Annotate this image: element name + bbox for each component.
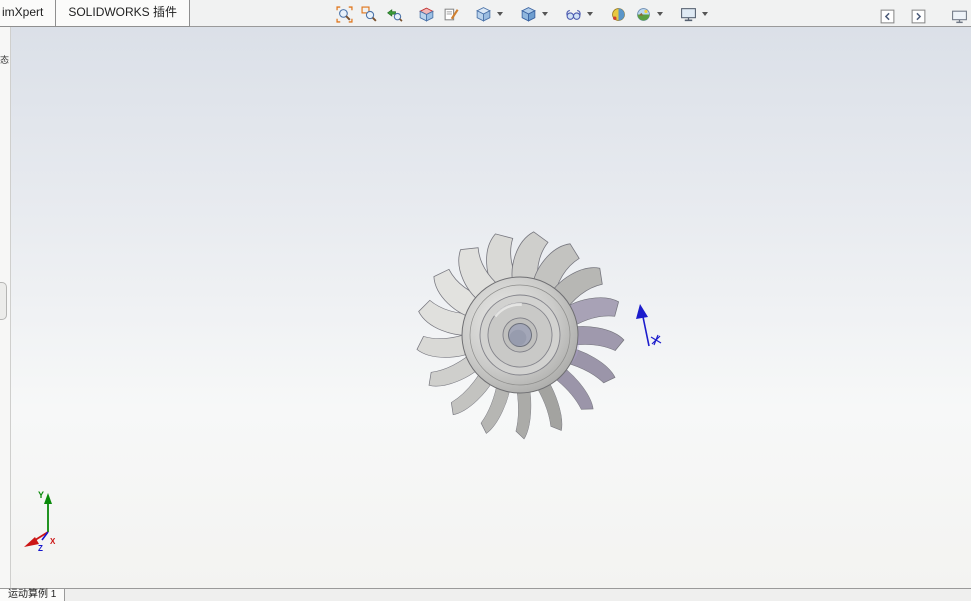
top-toolbar: imXpert SOLIDWORKS 插件: [0, 0, 971, 27]
view-settings-dropdown-icon[interactable]: [702, 12, 708, 16]
display-style-icon[interactable]: [517, 3, 539, 25]
zoom-to-fit-icon[interactable]: [333, 3, 355, 25]
triad-x-label: X: [50, 537, 56, 546]
view-settings-icon[interactable]: [677, 3, 699, 25]
left-panel-strip: 态: [0, 27, 11, 588]
panel-splitter-handle[interactable]: [0, 282, 7, 320]
left-panel-vertical-label: 态: [0, 55, 9, 64]
tab-solidworks-addins[interactable]: SOLIDWORKS 插件: [55, 0, 191, 27]
collapse-pane-left-icon[interactable]: [876, 5, 898, 27]
edit-appearance-icon[interactable]: [607, 3, 629, 25]
status-bar: 运动算例 1: [0, 588, 971, 601]
command-manager-tabs: imXpert SOLIDWORKS 插件: [0, 0, 191, 27]
zoom-to-area-icon[interactable]: [358, 3, 380, 25]
hide-show-items-icon[interactable]: [562, 3, 584, 25]
section-view-icon[interactable]: [415, 3, 437, 25]
reference-triad: Y X Z: [24, 490, 56, 552]
apply-scene-dropdown-icon[interactable]: [657, 12, 663, 16]
view-orientation-dropdown-icon[interactable]: [497, 12, 503, 16]
collapse-pane-right-icon[interactable]: [907, 5, 929, 27]
fullscreen-icon[interactable]: [948, 5, 970, 27]
triad-z-label: Z: [38, 544, 43, 552]
graphics-viewport[interactable]: Y X Z: [11, 27, 971, 588]
motion-study-tab[interactable]: 运动算例 1: [0, 589, 66, 601]
apply-scene-icon[interactable]: [632, 3, 654, 25]
display-style-dropdown-icon[interactable]: [542, 12, 548, 16]
annotation-views-icon[interactable]: [440, 3, 462, 25]
hide-show-items-dropdown-icon[interactable]: [587, 12, 593, 16]
triad-y-label: Y: [38, 490, 44, 500]
solidworks-window: imXpert SOLIDWORKS 插件 态 Y X Z 运动算例 1: [0, 0, 971, 601]
annotation-arrow: [636, 304, 662, 347]
previous-view-icon[interactable]: [383, 3, 405, 25]
heads-up-view-toolbar: [333, 2, 715, 26]
tab-simxpert[interactable]: imXpert: [0, 0, 57, 27]
pane-controls: [876, 5, 938, 27]
view-orientation-icon[interactable]: [472, 3, 494, 25]
